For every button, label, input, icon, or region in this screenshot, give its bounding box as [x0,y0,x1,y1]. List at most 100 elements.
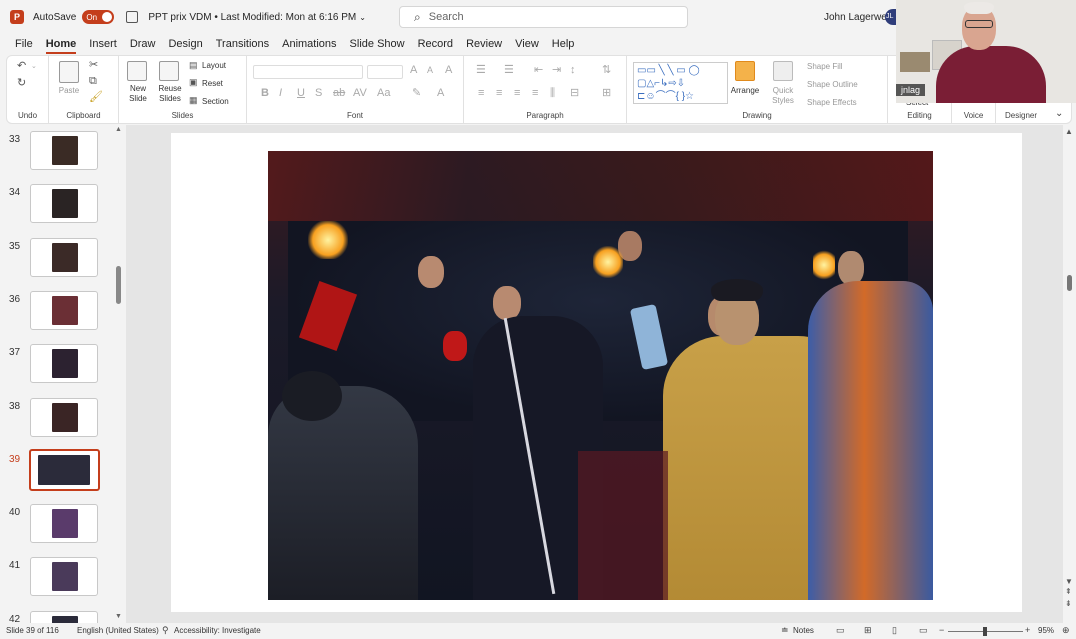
numbering-icon[interactable]: ☰ [504,65,514,76]
clear-formatting-icon[interactable]: A [445,65,452,76]
tab-animations[interactable]: Animations [282,34,336,54]
search-input[interactable]: ⌕ Search [399,6,688,28]
quick-styles-icon[interactable] [773,61,793,81]
thumbnail-scroll-thumb[interactable] [116,266,121,304]
accessibility-status[interactable]: Accessibility: Investigate [174,626,261,635]
chevron-down-icon[interactable]: ⌄ [31,63,37,70]
cut-icon[interactable]: ✂ [89,60,98,71]
reuse-slides-button[interactable]: Reuse Slides [153,84,187,104]
tab-file[interactable]: File [15,34,33,54]
arrange-icon[interactable] [735,61,755,81]
align-left-icon[interactable]: ≡ [478,88,484,99]
tab-review[interactable]: Review [466,34,502,54]
slide-thumbnail[interactable] [30,184,98,224]
slide-thumbnail-row[interactable]: 37 [0,344,112,388]
thumbnail-scrollbar[interactable] [116,125,122,623]
chevron-down-icon[interactable]: ⌄ [359,13,366,22]
format-painter-icon[interactable]: 🖌 [89,92,103,103]
undo-icon[interactable]: ↶ [17,61,26,72]
justify-icon[interactable]: ≡ [532,88,538,99]
section-button[interactable]: Section [202,97,229,107]
tab-record[interactable]: Record [418,34,453,54]
zoom-out-icon[interactable]: − [939,625,944,635]
decrease-font-icon[interactable]: A [427,66,433,75]
layout-button[interactable]: Layout [202,61,226,71]
slide-thumbnail-row[interactable]: 38 [0,397,112,442]
tab-home[interactable]: Home [45,34,76,54]
autosave-toggle[interactable]: On [82,10,115,24]
user-name[interactable]: John Lagerwey [824,12,892,23]
font-size-field[interactable] [367,65,403,79]
fit-to-window-icon[interactable]: ⊕ [1062,625,1070,636]
highlight-icon[interactable]: ✎ [412,88,421,99]
slide-thumbnail-row[interactable]: 36 [0,290,112,335]
increase-font-icon[interactable]: A [410,65,417,76]
shape-effects-button[interactable]: Shape Effects [807,98,857,108]
quick-styles-button[interactable]: Quick Styles [765,86,801,106]
notes-icon[interactable]: ≐ [781,625,789,636]
align-right-icon[interactable]: ≡ [514,88,520,99]
shadow-icon[interactable]: S [315,88,322,99]
layout-icon[interactable]: ▤ [189,61,198,70]
current-slide[interactable] [171,133,1022,612]
change-case-icon[interactable]: Aa [377,88,390,99]
copy-icon[interactable]: ⧉ [89,76,97,87]
zoom-level[interactable]: 95% [1038,626,1054,635]
collapse-ribbon-icon[interactable]: ⌄ [1055,108,1063,119]
slide-thumbnail-row[interactable]: 39 [0,448,112,495]
tab-insert[interactable]: Insert [89,34,117,54]
slide-thumbnail-row[interactable]: 35 [0,237,112,282]
reuse-slides-icon[interactable] [159,61,179,81]
text-direction-icon[interactable]: ⇅ [602,65,611,76]
tab-draw[interactable]: Draw [130,34,156,54]
normal-view-icon[interactable]: ▭ [836,625,845,636]
zoom-in-icon[interactable]: + [1025,625,1030,635]
italic-icon[interactable]: I [279,88,282,99]
canvas-scrollbar[interactable]: ▲ ▼ ⇞ ⇟ [1063,125,1076,623]
character-spacing-icon[interactable]: AV [353,88,367,99]
font-color-icon[interactable]: A [437,88,444,99]
underline-icon[interactable]: U [297,88,305,99]
slide-thumbnail[interactable] [29,448,100,491]
slide-thumbnail[interactable] [30,131,98,170]
slide-thumbnail[interactable] [30,344,98,384]
previous-slide-icon[interactable]: ⇞ [1065,587,1072,596]
slide-thumbnail-row[interactable]: 33 [0,131,112,175]
tab-view[interactable]: View [515,34,539,54]
slide-photo[interactable] [268,151,933,600]
slide-thumbnail[interactable] [30,557,98,597]
scroll-down-icon[interactable]: ▼ [1065,577,1073,586]
slide-thumbnail-row[interactable]: 34 [0,184,112,228]
smartart-icon[interactable]: ⊞ [602,88,611,99]
slide-thumbnail[interactable] [30,610,98,623]
save-icon[interactable] [126,11,139,23]
reset-icon[interactable]: ▣ [189,78,198,87]
reset-button[interactable]: Reset [202,79,223,89]
arrange-button[interactable]: Arrange [727,86,763,96]
shape-outline-button[interactable]: Shape Outline [807,80,858,90]
accessibility-icon[interactable]: ⚲ [162,625,169,636]
line-spacing-icon[interactable]: ↕ [570,65,576,76]
slide-thumbnail[interactable] [30,237,98,277]
align-text-icon[interactable]: ⊟ [570,88,579,99]
slide-thumbnail[interactable] [30,397,98,437]
paste-button[interactable]: Paste [53,86,85,96]
slide-editing-canvas[interactable] [126,125,1063,623]
scroll-down-icon[interactable]: ▼ [115,613,122,620]
tab-help[interactable]: Help [552,34,575,54]
zoom-slider-thumb[interactable] [983,627,987,636]
new-slide-icon[interactable] [127,61,147,81]
bold-icon[interactable]: B [261,88,269,99]
decrease-indent-icon[interactable]: ⇤ [534,65,543,76]
slide-thumbnail-row[interactable]: 41 [0,557,112,601]
font-name-field[interactable] [253,65,363,79]
section-icon[interactable]: ▦ [189,96,198,105]
scroll-up-icon[interactable]: ▲ [115,126,122,133]
document-title[interactable]: PPT prix VDM • Last Modified: Mon at 6:1… [148,12,356,23]
scroll-up-icon[interactable]: ▲ [1065,127,1073,136]
slide-thumbnail-row[interactable]: 42 [0,610,112,623]
redo-icon[interactable]: ↻ [17,78,26,89]
reading-view-icon[interactable]: ▯ [892,625,897,636]
slide-thumbnail[interactable] [30,290,98,330]
slideshow-icon[interactable]: ▭ [919,625,928,636]
